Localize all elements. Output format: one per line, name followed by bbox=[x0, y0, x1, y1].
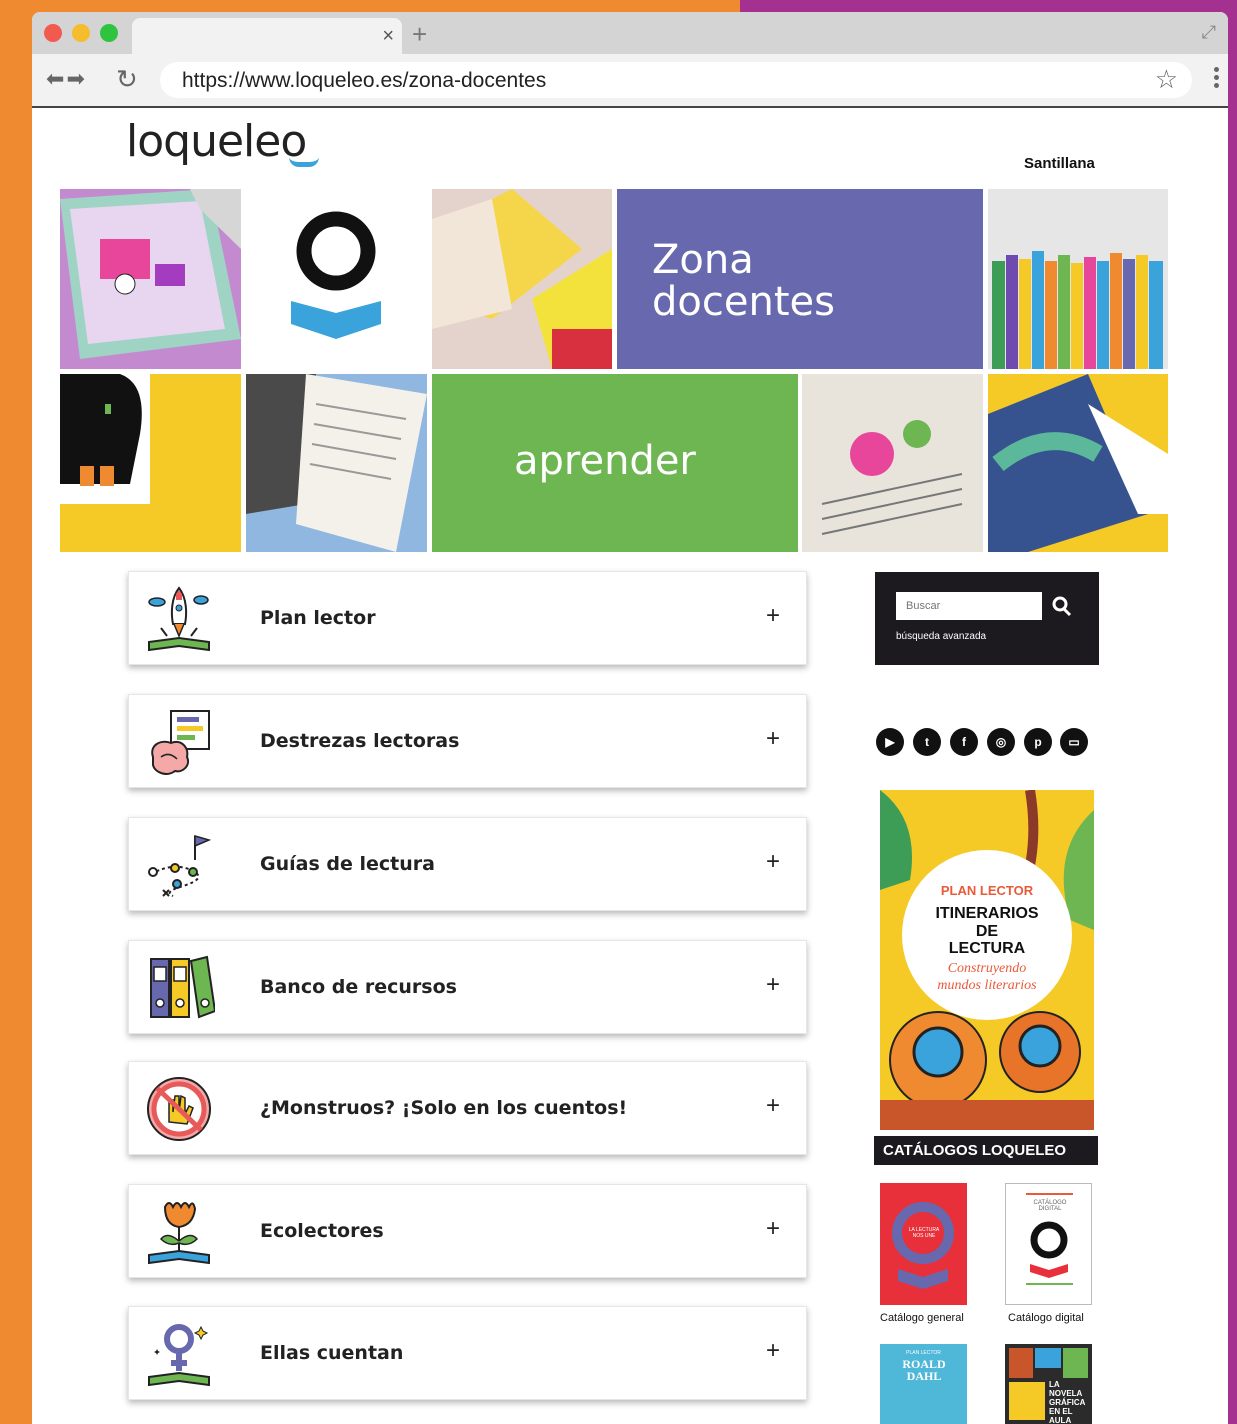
accordion-destrezas-lectoras[interactable]: Destrezas lectoras + bbox=[128, 694, 807, 788]
banner-tile-comic-page bbox=[802, 374, 983, 552]
url-text: https://www.loqueleo.es/zona-docentes bbox=[182, 69, 547, 92]
browser-menu-icon[interactable] bbox=[1214, 64, 1220, 91]
expand-plus-icon[interactable]: + bbox=[766, 1092, 780, 1120]
section-label: Destrezas lectoras bbox=[260, 730, 460, 752]
back-arrow-icon[interactable]: ⬅ bbox=[46, 66, 66, 91]
banner-tile-bookshelf bbox=[988, 189, 1168, 369]
accordion-plan-lector[interactable]: Plan lector + bbox=[128, 571, 807, 665]
catalog-caption[interactable]: Catálogo digital bbox=[1008, 1312, 1084, 1324]
fullscreen-icon[interactable]: ⤢ bbox=[1202, 22, 1216, 43]
promo-kicker: PLAN LECTOR bbox=[940, 883, 1034, 898]
pinterest-icon[interactable]: p bbox=[1024, 728, 1052, 756]
promo-title-line2: DE bbox=[975, 923, 999, 940]
catalogo-digital-cover[interactable]: CATÁLOGO DIGITAL bbox=[1005, 1183, 1092, 1305]
roald-dahl-title: ROALD DAHL bbox=[902, 1357, 946, 1383]
section-label: Guías de lectura bbox=[260, 853, 435, 875]
character-book-image bbox=[60, 374, 150, 504]
expand-plus-icon[interactable]: + bbox=[766, 1337, 780, 1365]
banner-tile-logo bbox=[246, 189, 427, 369]
new-tab-button[interactable]: + bbox=[412, 21, 427, 47]
accordion-guias-de-lectura[interactable]: Guías de lectura + bbox=[128, 817, 807, 911]
expand-plus-icon[interactable]: + bbox=[766, 1215, 780, 1243]
accordion-ellas-cuentan[interactable]: Ellas cuentan + bbox=[128, 1306, 807, 1400]
expand-plus-icon[interactable]: + bbox=[766, 725, 780, 753]
illustrated-page-image bbox=[802, 374, 983, 552]
stop-hand-icon bbox=[147, 1077, 211, 1141]
section-label: Banco de recursos bbox=[260, 976, 457, 998]
brain-document-icon bbox=[151, 710, 210, 775]
search-icon[interactable] bbox=[1051, 594, 1073, 618]
reload-icon[interactable]: ↻ bbox=[116, 64, 138, 95]
logo-book-mark bbox=[289, 157, 319, 167]
banner-tile-illustrated-book bbox=[60, 189, 241, 369]
promo-subtitle-line2: mundos literarios bbox=[937, 978, 1037, 993]
address-bar[interactable]: https://www.loqueleo.es/zona-docentes ☆ bbox=[160, 62, 1192, 98]
catalogo-general-cover[interactable]: LA LECTURA NOS UNE bbox=[880, 1183, 967, 1305]
maximize-window-button[interactable] bbox=[100, 24, 118, 42]
open-book-image bbox=[432, 189, 612, 369]
tab-bar: × + ⤢ bbox=[32, 12, 1228, 54]
search-input[interactable] bbox=[896, 592, 1042, 620]
aprender-title: aprender bbox=[514, 438, 696, 484]
accordion-monstruos[interactable]: ¿Monstruos? ¡Solo en los cuentos! + bbox=[128, 1061, 807, 1155]
female-symbol-book-icon bbox=[148, 1324, 210, 1387]
facebook-icon[interactable]: f bbox=[950, 728, 978, 756]
bookshelf-image bbox=[992, 251, 1163, 369]
accordion-ecolectores[interactable]: Ecolectores + bbox=[128, 1184, 807, 1278]
advanced-search-link[interactable]: búsqueda avanzada bbox=[896, 631, 986, 642]
banner-tile-reading-hand bbox=[432, 189, 612, 369]
illustrated-book-image bbox=[60, 189, 241, 359]
section-label: Plan lector bbox=[260, 607, 376, 629]
santillana-link[interactable]: Santillana bbox=[1024, 155, 1095, 172]
accordion-banco-de-recursos[interactable]: Banco de recursos + bbox=[128, 940, 807, 1034]
binders-icon bbox=[150, 955, 215, 1019]
expand-plus-icon[interactable]: + bbox=[766, 602, 780, 630]
reading-book-image bbox=[246, 374, 427, 552]
browser-window: × + ⤢ ⬅➡ ↻ https://www.loqueleo.es/zona-… bbox=[32, 12, 1228, 1424]
loqueleo-logo[interactable]: loqueleo bbox=[126, 116, 307, 167]
loqueleo-o-logo-icon bbox=[291, 211, 381, 339]
plan-lector-promo-banner[interactable]: PLAN LECTOR ITINERARIOS DE LECTURA Const… bbox=[880, 790, 1094, 1130]
catalog-general-art bbox=[892, 1202, 954, 1289]
twitter-icon[interactable]: t bbox=[913, 728, 941, 756]
catalog-general-cover-text: LA LECTURA NOS UNE bbox=[908, 1227, 940, 1239]
roald-dahl-cover[interactable]: PLAN LECTOR ROALD DAHL bbox=[880, 1344, 967, 1424]
forward-arrow-icon[interactable]: ➡ bbox=[66, 66, 86, 91]
catalogs-heading: CATÁLOGOS LOQUELEO bbox=[874, 1136, 1098, 1165]
navigation-bar: ⬅➡ ↻ https://www.loqueleo.es/zona-docent… bbox=[32, 54, 1228, 108]
promo-subtitle-line1: Construyendo bbox=[947, 961, 1027, 976]
novela-grafica-cover[interactable]: LA NOVELA GRÁFICA EN EL AULA bbox=[1005, 1344, 1092, 1424]
route-map-icon bbox=[148, 835, 212, 897]
blue-book-image bbox=[988, 374, 1168, 552]
search-panel: búsqueda avanzada bbox=[875, 572, 1099, 665]
flower-book-icon bbox=[148, 1202, 210, 1265]
section-label: Ecolectores bbox=[260, 1220, 384, 1242]
youtube-icon[interactable]: ▶ bbox=[876, 728, 904, 756]
catalog-digital-art bbox=[1026, 1193, 1073, 1285]
minimize-window-button[interactable] bbox=[72, 24, 90, 42]
rocket-book-icon bbox=[148, 586, 210, 652]
roald-dahl-kicker: PLAN LECTOR bbox=[906, 1350, 941, 1356]
section-label: Ellas cuentan bbox=[260, 1342, 404, 1364]
bookmark-star-icon[interactable]: ☆ bbox=[1155, 64, 1178, 95]
banner-tile-yellow-book bbox=[60, 374, 241, 552]
tab-close-icon[interactable]: × bbox=[382, 25, 394, 47]
banner-tile-zona-docentes: Zona docentes bbox=[617, 189, 983, 369]
zona-docentes-subtitle: docentes bbox=[652, 279, 835, 325]
expand-plus-icon[interactable]: + bbox=[766, 848, 780, 876]
section-label: ¿Monstruos? ¡Solo en los cuentos! bbox=[260, 1097, 628, 1119]
banner-tile-blue-book bbox=[988, 374, 1168, 552]
zona-docentes-title: Zona bbox=[652, 237, 754, 283]
catalog-caption[interactable]: Catálogo general bbox=[880, 1312, 964, 1324]
promo-title-line3: LECTURA bbox=[948, 940, 1026, 957]
promo-title-line1: ITINERARIOS bbox=[935, 905, 1039, 922]
tv-icon[interactable]: ▭ bbox=[1060, 728, 1088, 756]
novela-grafica-title: LA NOVELA GRÁFICA EN EL AULA bbox=[1049, 1380, 1086, 1424]
close-window-button[interactable] bbox=[44, 24, 62, 42]
banner-tile-aprender: aprender bbox=[432, 374, 798, 552]
browser-tab[interactable]: × bbox=[132, 18, 402, 54]
banner-tile-open-book bbox=[246, 374, 427, 552]
instagram-icon[interactable]: ◎ bbox=[987, 728, 1015, 756]
expand-plus-icon[interactable]: + bbox=[766, 971, 780, 999]
